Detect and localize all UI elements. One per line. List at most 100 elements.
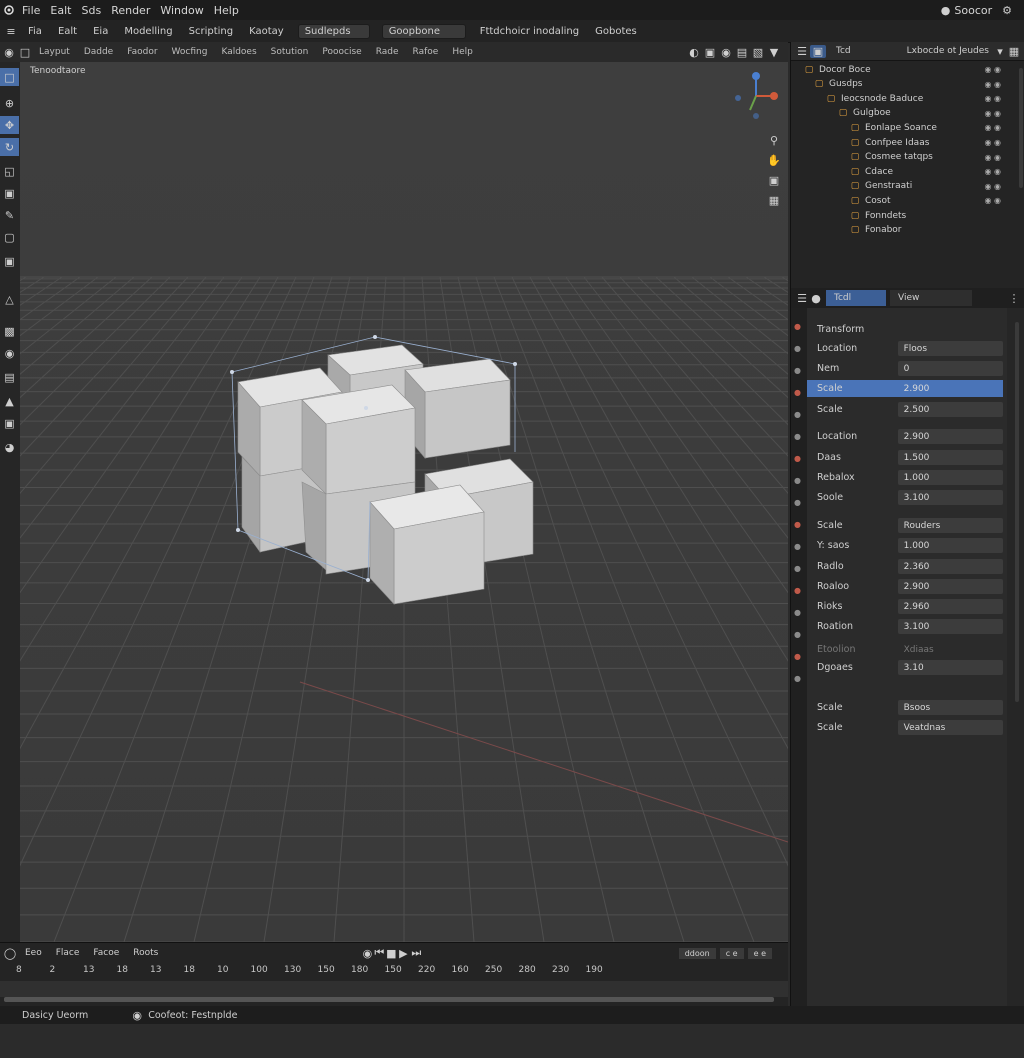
workspace-box-1[interactable]: Sudlepds [297, 23, 370, 39]
menu-edit[interactable]: Ealt [50, 4, 71, 17]
workspace-box-2[interactable]: Goopbone [381, 23, 466, 39]
properties-scrollbar[interactable] [1015, 322, 1019, 702]
outliner-row[interactable]: ▢ Genstraati ◉ ◉ [849, 179, 1015, 194]
property-value-field[interactable]: 3.100 [897, 619, 1003, 634]
property-value-field[interactable]: 1.000 [897, 470, 1003, 485]
menu-file[interactable]: File [22, 4, 40, 17]
outliner-row[interactable]: ▢ Fonndets [849, 208, 1015, 223]
outliner-row[interactable]: ▢ Cosot ◉ ◉ [849, 193, 1015, 208]
property-value-field[interactable]: 0 [897, 361, 1003, 376]
pan-icon[interactable]: ✋ [766, 152, 782, 168]
property-value-field[interactable]: 2.900 [897, 429, 1003, 444]
outliner-type-icon[interactable]: ☰ [794, 45, 810, 58]
property-tab-icon[interactable]: ● [794, 652, 801, 661]
tab-modelling[interactable]: Modelling [124, 26, 172, 37]
stop-icon[interactable]: ■ [385, 947, 397, 960]
outliner-row[interactable]: ▢ Gusdps ◉ ◉ [813, 77, 1015, 92]
shading-material-icon[interactable]: ▤ [734, 46, 750, 59]
outliner-tab[interactable]: Tcd [836, 46, 851, 56]
header-item-4[interactable]: Wocfing [172, 47, 208, 57]
header-item-3[interactable]: Faodor [127, 47, 157, 57]
outliner-row[interactable]: ▢ Cosmee tatqps ◉ ◉ [849, 150, 1015, 165]
scene-selector[interactable]: Soocor [954, 4, 992, 17]
shading-solid-icon[interactable]: ◉ [718, 46, 734, 59]
outliner-scrollbar[interactable] [1019, 68, 1023, 188]
transform-icon[interactable]: ▣ [0, 184, 19, 202]
display-mode-icon[interactable]: ▣ [810, 44, 826, 58]
visibility-icon[interactable]: ◉ ◉ [977, 196, 1001, 205]
record-icon[interactable]: ◉ [361, 947, 373, 960]
tab-fia[interactable]: Fia [28, 26, 42, 37]
property-tab-icon[interactable]: ● [794, 564, 801, 573]
zoom-icon[interactable]: ⚲ [766, 132, 782, 148]
jump-start-icon[interactable]: ⏮ [373, 946, 385, 960]
timeline-track[interactable] [0, 981, 788, 997]
header-item-layout[interactable]: Layput [39, 47, 70, 57]
menu-help[interactable]: Help [214, 4, 239, 17]
3d-viewport[interactable]: Tenoodtaore ⚲ ✋ ▣ ▦ [20, 62, 788, 942]
visibility-icon[interactable]: ◉ ◉ [977, 109, 1001, 118]
playback-field[interactable]: ddoon [678, 947, 716, 959]
select-box-icon[interactable]: □ [0, 68, 19, 86]
property-tab-icon[interactable]: ● [794, 520, 801, 529]
outliner-row[interactable]: ▢ Fonabor [849, 223, 1015, 238]
editor-type-icon[interactable]: ≡ [2, 25, 20, 38]
property-value-field[interactable]: 2.900 [897, 579, 1003, 594]
timeline-scrollbar[interactable] [4, 997, 774, 1002]
property-value-field[interactable]: 3.10 [897, 660, 1003, 675]
header-item-2[interactable]: Dadde [84, 47, 113, 57]
tab-eia[interactable]: Eia [93, 26, 108, 37]
properties-type-icon[interactable]: ☰ [794, 292, 810, 305]
ortho-icon[interactable]: ▦ [766, 192, 782, 208]
workspace-label-4[interactable]: Gobotes [595, 26, 637, 37]
property-value-field[interactable]: 2.360 [897, 559, 1003, 574]
timeline-menu-1[interactable]: Eeo [25, 948, 42, 958]
property-tab-icon[interactable]: ● [794, 586, 801, 595]
shading-render-icon[interactable]: ▧ [750, 46, 766, 59]
scene-icon[interactable]: ● [941, 4, 951, 17]
visibility-icon[interactable]: ◉ ◉ [977, 123, 1001, 132]
property-value-field[interactable]: Xdiaas [898, 642, 1003, 657]
loop-cut-icon[interactable]: ▤ [0, 368, 19, 386]
property-value-field[interactable]: 2.500 [897, 402, 1003, 417]
property-tab-icon[interactable]: ● [794, 322, 801, 331]
new-collection-icon[interactable]: ▦ [1007, 45, 1021, 58]
frame-ruler[interactable]: 8 2 13 18 13 18 10 100 130 150 180 150 220 160 250 280 2… [0, 963, 788, 979]
property-value-field[interactable]: Floos [897, 341, 1003, 356]
app-logo-icon[interactable] [0, 4, 18, 16]
property-tab-icon[interactable]: ● [794, 608, 801, 617]
property-tab-icon[interactable]: ● [794, 344, 801, 353]
outliner-row[interactable]: ▢ Eonlape Soance ◉ ◉ [849, 120, 1015, 135]
mode-icon[interactable]: □ [18, 46, 32, 59]
visibility-icon[interactable]: ◉ ◉ [977, 94, 1001, 103]
property-tab-icon[interactable]: ● [794, 388, 801, 397]
tab-scripting[interactable]: Scripting [189, 26, 233, 37]
outliner-row[interactable]: ▢ Cdace ◉ ◉ [849, 164, 1015, 179]
property-tab-icon[interactable]: ● [794, 454, 801, 463]
inset-icon[interactable]: ▩ [0, 322, 19, 340]
property-tab-icon[interactable]: ● [794, 476, 801, 485]
poly-build-icon[interactable]: ▣ [0, 414, 19, 432]
camera-icon[interactable]: ▣ [766, 172, 782, 188]
bevel-icon[interactable]: ◉ [0, 344, 19, 362]
outliner-row[interactable]: ▢ Confpee Idaas ◉ ◉ [849, 135, 1015, 150]
outliner-row[interactable]: ▢ Docor Boce ◉ ◉ [803, 62, 1015, 77]
view-type-icon[interactable]: ◉ [0, 46, 18, 59]
jump-end-icon[interactable]: ⏭ [409, 946, 423, 960]
property-value-field[interactable]: 2.960 [897, 599, 1003, 614]
cursor-icon[interactable]: ⊕ [0, 94, 19, 112]
tab-view[interactable]: View [890, 290, 972, 306]
property-value-field[interactable]: 1.500 [897, 450, 1003, 465]
tab-kaotay[interactable]: Kaotay [249, 26, 284, 37]
property-tab-icon[interactable]: ● [794, 542, 801, 551]
header-item-9[interactable]: Rafoe [413, 47, 439, 57]
header-item-5[interactable]: Kaldoes [221, 47, 256, 57]
menu-render[interactable]: Render [111, 4, 150, 17]
header-item-help[interactable]: Help [452, 47, 473, 57]
property-value-field[interactable]: Veatdnas [897, 720, 1003, 735]
property-value-field[interactable]: 3.100 [897, 490, 1003, 505]
property-tab-icon[interactable]: ● [794, 630, 801, 639]
property-value-field[interactable]: 2.900 [897, 381, 1003, 396]
timeline-menu-4[interactable]: Roots [133, 948, 158, 958]
measure-icon[interactable]: ▢ [0, 228, 19, 246]
